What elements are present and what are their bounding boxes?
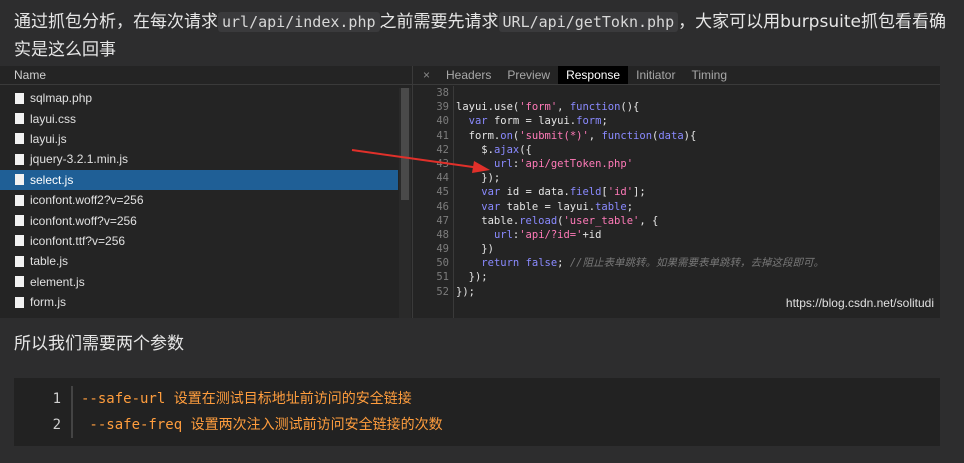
code-block-line: 1 --safe-url 设置在测试目标地址前访问的安全链接 xyxy=(14,386,940,412)
line-number: 49 xyxy=(436,243,449,256)
close-icon[interactable]: × xyxy=(413,66,438,84)
file-name: iconfont.woff2?v=256 xyxy=(30,193,144,208)
intro-text-2: 之前需要先请求 xyxy=(379,12,499,32)
file-name: sqlmap.php xyxy=(30,91,93,106)
line-number: 46 xyxy=(436,200,449,213)
code-line: }) xyxy=(456,243,494,256)
devtools-screenshot: Name sqlmap.php layui.css layui.js jquery-3… xyxy=(0,66,940,318)
file-row[interactable]: form.js xyxy=(0,292,398,312)
file-list: sqlmap.php layui.css layui.js jquery-3.2.1.… xyxy=(0,88,398,312)
file-name: select.js xyxy=(30,172,74,187)
code-block-divider xyxy=(71,386,73,438)
file-row[interactable]: select.js xyxy=(0,169,398,190)
file-icon xyxy=(15,133,24,145)
file-list-scrollbar[interactable] xyxy=(399,88,411,318)
file-icon xyxy=(15,153,24,165)
code-line-number: 2 xyxy=(52,417,61,433)
code-line: }); xyxy=(456,285,475,298)
file-icon xyxy=(15,296,24,308)
file-row[interactable]: layui.js xyxy=(0,129,398,149)
file-icon xyxy=(15,235,24,247)
file-row[interactable]: iconfont.ttf?v=256 xyxy=(0,231,398,251)
file-name: iconfont.woff?v=256 xyxy=(30,213,137,228)
code-gutter-divider xyxy=(453,86,454,318)
inline-code-gettoken: URL/api/getTokn.php xyxy=(498,12,679,32)
file-icon xyxy=(15,174,24,186)
tab-timing[interactable]: Timing xyxy=(683,66,735,84)
file-name: form.js xyxy=(30,295,66,310)
code-line: layui.use('form', function(){ xyxy=(456,101,640,114)
file-name: layui.js xyxy=(30,131,67,146)
code-block-line: 2 --safe-freq 设置两次注入测试前访问安全链接的次数 xyxy=(14,412,940,438)
file-row[interactable]: iconfont.woff?v=256 xyxy=(0,210,398,230)
network-file-list-panel: Name sqlmap.php layui.css layui.js jquery-3… xyxy=(0,66,413,318)
red-arrow-annotation xyxy=(351,149,490,173)
tab-response[interactable]: Response xyxy=(558,66,629,84)
scrollbar-thumb[interactable] xyxy=(401,88,409,200)
file-name: iconfont.ttf?v=256 xyxy=(30,233,126,248)
file-row[interactable]: table.js xyxy=(0,251,398,271)
file-row[interactable]: sqlmap.php xyxy=(0,88,398,108)
file-name: table.js xyxy=(30,254,69,269)
file-icon xyxy=(15,255,24,267)
response-panel: × Headers Preview Response Initiator Tim… xyxy=(413,66,940,318)
code-line: var id = data.field['id']; xyxy=(481,186,646,199)
line-number: 52 xyxy=(436,285,449,298)
line-number: 38 xyxy=(436,87,449,99)
code-line: var form = layui.form; xyxy=(468,115,608,128)
file-icon xyxy=(15,194,24,206)
code-line: var table = layui.table; xyxy=(481,200,634,213)
file-icon xyxy=(15,276,24,288)
intro-paragraph: 通过抓包分析，在每次请求 url/api/index.php 之前需要先请求 URL/… xyxy=(14,8,954,64)
code-line: return false; //阻止表单跳转。如果需要表单跳转，去掉这段即可。 xyxy=(481,257,824,270)
tab-preview[interactable]: Preview xyxy=(499,66,558,84)
code-line-number: 1 xyxy=(52,391,61,407)
line-number: 47 xyxy=(436,214,449,227)
line-number: 39 xyxy=(436,101,449,114)
tab-headers[interactable]: Headers xyxy=(438,66,499,84)
file-icon xyxy=(15,215,24,227)
options-code-block: 1 --safe-url 设置在测试目标地址前访问的安全链接 2 --safe-f… xyxy=(14,378,940,446)
file-row[interactable]: layui.css xyxy=(0,108,398,128)
tab-initiator[interactable]: Initiator xyxy=(628,66,683,84)
file-row[interactable]: jquery-3.2.1.min.js xyxy=(0,149,398,169)
line-number: 48 xyxy=(436,228,449,241)
watermark: https://blog.csdn.net/solitudi xyxy=(785,296,934,310)
line-number: 40 xyxy=(436,115,449,128)
code-line: form.on('submit(*)', function(data){ xyxy=(456,129,697,142)
inline-code-index: url/api/index.php xyxy=(218,12,380,32)
safe-url-option: --safe-url 设置在测试目标地址前访问的安全链接 xyxy=(81,391,412,407)
line-number: 41 xyxy=(436,129,449,142)
file-name: jquery-3.2.1.min.js xyxy=(30,152,129,167)
line-number: 45 xyxy=(436,186,449,199)
params-heading: 所以我们需要两个参数 xyxy=(14,334,184,354)
line-number: 50 xyxy=(436,257,449,270)
intro-text-1: 通过抓包分析，在每次请求 xyxy=(14,12,218,32)
file-name: layui.css xyxy=(30,111,77,126)
devtools-tabs: × Headers Preview Response Initiator Tim… xyxy=(413,66,940,85)
code-line: table.reload('user_table', { xyxy=(456,214,659,227)
response-code-view: 38 39 layui.use('form', function(){ 40 va… xyxy=(413,86,940,318)
safe-freq-option: --safe-freq 设置两次注入测试前访问安全链接的次数 xyxy=(81,417,443,433)
file-row[interactable]: iconfont.woff2?v=256 xyxy=(0,190,398,210)
file-name: element.js xyxy=(30,274,85,289)
code-line: url:'api/?id='+id xyxy=(493,228,602,241)
file-icon xyxy=(15,113,24,125)
file-row[interactable]: element.js xyxy=(0,272,398,292)
code-line: }); xyxy=(456,271,488,284)
line-number: 51 xyxy=(436,271,449,284)
file-icon xyxy=(15,92,24,104)
name-column-header[interactable]: Name xyxy=(0,66,412,85)
